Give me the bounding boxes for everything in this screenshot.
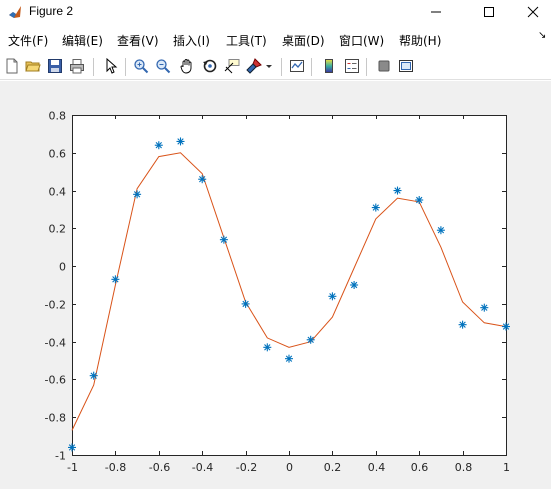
y-tick-labels: -1 -0.8 -0.6 -0.4 -0.2 0 0.2 0.4 0.6 0.8: [45, 110, 66, 463]
zoom-out-button[interactable]: [153, 56, 173, 76]
zoom-out-icon: [156, 59, 171, 74]
data-point: [502, 322, 510, 331]
y-tick-label: -0.8: [45, 412, 66, 425]
menu-help[interactable]: 帮助(H): [399, 32, 441, 49]
brush-menu-button[interactable]: [263, 56, 275, 76]
data-cursor-button[interactable]: [222, 56, 242, 76]
link-plot-icon: [290, 60, 304, 72]
y-tick-label: -1: [55, 450, 66, 463]
data-cursor-icon: [224, 59, 240, 74]
maximize-button[interactable]: [466, 0, 512, 24]
save-button[interactable]: [45, 56, 65, 76]
pointer-icon: [106, 58, 118, 74]
minimize-icon: [431, 11, 441, 13]
show-plot-tools-button[interactable]: [396, 56, 416, 76]
figure-canvas: -1 -0.8 -0.6 -0.4 -0.2 0 0.2 0.4 0.6 0.8 1 -1 -0.8-…: [0, 81, 551, 489]
menu-bar: 文件(F) 编辑(E) 查看(V) 插入(I) 工具(T) 桌面(D) 窗口(W…: [0, 28, 551, 50]
colorbar-icon: [325, 59, 333, 73]
y-tick-label: -0.6: [45, 374, 66, 387]
pan-button[interactable]: [177, 56, 197, 76]
y-tick-label: 0.6: [49, 148, 67, 161]
y-tick-label: -0.4: [45, 337, 66, 350]
axes-background: [72, 115, 506, 455]
zoom-in-button[interactable]: [131, 56, 151, 76]
x-tick-label: 0.2: [324, 461, 342, 474]
close-button[interactable]: [510, 0, 551, 24]
figure-toolbar: [0, 52, 551, 80]
y-tick-label: 0.8: [49, 110, 67, 123]
window-title: Figure 2: [29, 4, 74, 18]
link-plot-button[interactable]: [287, 56, 307, 76]
legend-button[interactable]: [342, 56, 362, 76]
menu-tools[interactable]: 工具(T): [226, 32, 267, 49]
y-tick-label: -0.2: [45, 299, 66, 312]
pan-icon: [180, 59, 192, 74]
x-tick-label: -0.6: [149, 461, 170, 474]
data-point: [285, 354, 293, 363]
save-icon: [48, 59, 62, 73]
y-tick-label: 0: [59, 261, 66, 274]
hide-plot-tools-icon: [378, 60, 390, 72]
new-figure-icon: [6, 58, 18, 74]
matlab-app-icon: [9, 6, 21, 18]
close-icon: [527, 6, 539, 18]
plot-svg: -1 -0.8 -0.6 -0.4 -0.2 0 0.2 0.4 0.6 0.8 1 -1-0.8-…: [45, 110, 510, 474]
new-figure-button[interactable]: [2, 56, 22, 76]
x-tick-label: 0: [286, 461, 293, 474]
brush-button[interactable]: [244, 56, 264, 76]
x-tick-label: -0.8: [105, 461, 126, 474]
open-file-icon: [25, 61, 41, 72]
legend-icon: [345, 59, 359, 73]
show-plot-tools-icon: [399, 60, 413, 72]
x-tick-label: -0.2: [236, 461, 257, 474]
x-tick-label: 0.6: [411, 461, 429, 474]
x-tick-label: -0.4: [192, 461, 213, 474]
rotate-icon: [203, 59, 217, 73]
menu-window[interactable]: 窗口(W): [339, 32, 384, 49]
menu-file[interactable]: 文件(F): [8, 32, 48, 49]
x-tick-label: 0.8: [455, 461, 473, 474]
data-point: [371, 203, 380, 212]
menu-view[interactable]: 查看(V): [117, 32, 159, 49]
data-point: [415, 196, 424, 204]
data-point: [306, 335, 315, 344]
x-tick-labels: -1 -0.8 -0.6 -0.4 -0.2 0 0.2 0.4 0.6 0.8 1: [67, 461, 510, 474]
data-point: [241, 299, 250, 308]
x-tick-label: 1: [503, 461, 510, 474]
rotate-button[interactable]: [200, 56, 220, 76]
menu-edit[interactable]: 编辑(E): [62, 32, 103, 49]
print-icon: [70, 59, 84, 74]
brush-icon: [246, 58, 262, 74]
data-point: [68, 443, 76, 452]
print-button[interactable]: [67, 56, 87, 76]
chevron-down-icon: [266, 65, 272, 68]
x-tick-label: -1: [67, 461, 78, 474]
minimize-button[interactable]: [413, 0, 459, 24]
colorbar-button[interactable]: [319, 56, 339, 76]
title-bar: Figure 2: [0, 0, 551, 24]
menu-desktop[interactable]: 桌面(D): [282, 32, 325, 49]
data-point: [350, 281, 359, 289]
data-point: [263, 343, 272, 352]
open-file-button[interactable]: [23, 56, 43, 76]
zoom-in-icon: [134, 59, 149, 74]
pointer-button[interactable]: [101, 56, 121, 76]
y-tick-label: 0.4: [49, 186, 67, 199]
hide-plot-tools-button[interactable]: [374, 56, 394, 76]
x-tick-label: 0.4: [368, 461, 386, 474]
y-tick-label: 0.2: [49, 223, 67, 236]
maximize-icon: [484, 7, 494, 17]
menu-insert[interactable]: 插入(I): [173, 32, 210, 49]
pin-icon[interactable]: ↘: [538, 30, 546, 41]
